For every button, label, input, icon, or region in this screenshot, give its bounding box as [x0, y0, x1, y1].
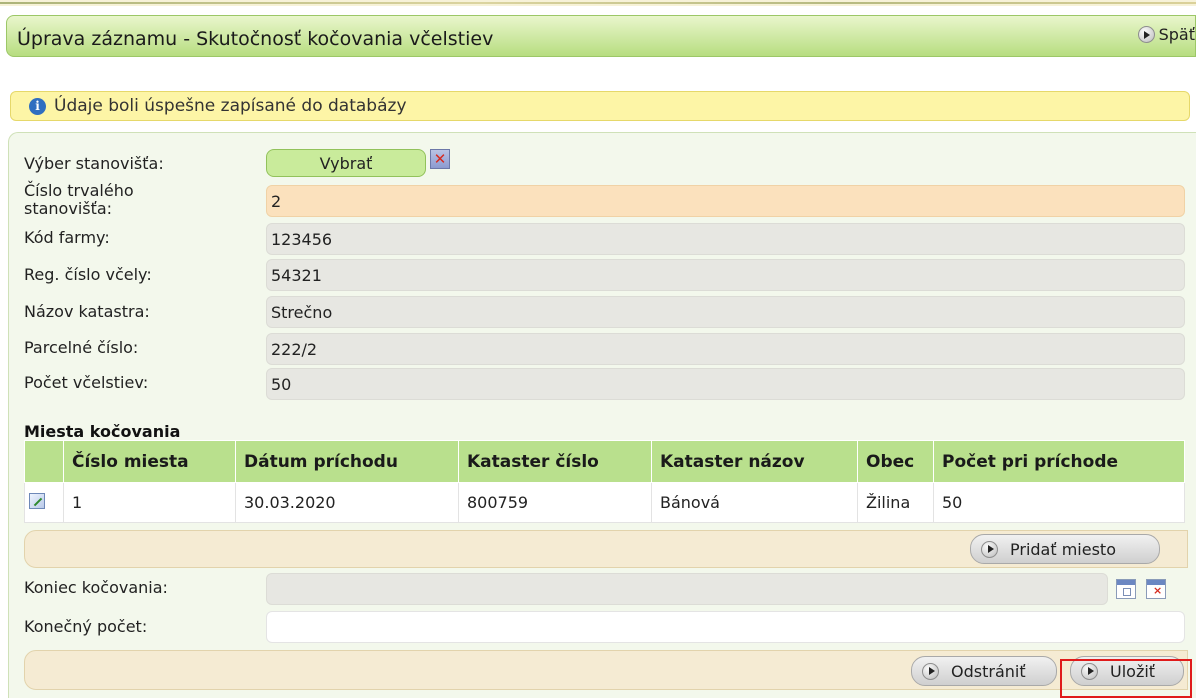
- back-button[interactable]: Späť: [1137, 25, 1195, 44]
- add-location-button[interactable]: Pridať miesto: [970, 534, 1160, 564]
- column-header[interactable]: Počet pri príchode: [933, 440, 1185, 483]
- koniec-kocovania-field[interactable]: [266, 573, 1108, 605]
- play-icon: [1081, 662, 1098, 680]
- field-parcelne-cislo[interactable]: 222/2: [266, 333, 1185, 365]
- top-strip: [0, 0, 1196, 6]
- edit-icon[interactable]: [29, 492, 45, 509]
- field-label-reg-cislo: Reg. číslo včely:: [24, 265, 152, 284]
- calendar-icon[interactable]: [1116, 579, 1136, 599]
- field-reg-cislo[interactable]: 54321: [266, 259, 1185, 291]
- page-title: Úprava záznamu - Skutočnosť kočovania vč…: [17, 28, 494, 50]
- save-button[interactable]: Uložiť: [1070, 656, 1184, 686]
- back-label: Späť: [1158, 25, 1195, 44]
- table-cell: Bánová: [651, 482, 858, 523]
- clear-date-icon[interactable]: ×: [1146, 579, 1166, 599]
- field-label-cislo-stanovista: Číslo trvalého stanovišťa:: [24, 181, 134, 218]
- remove-label: Odstrániť: [951, 661, 1026, 681]
- table-cell: 30.03.2020: [235, 482, 459, 523]
- info-icon: i: [29, 97, 46, 115]
- konecny-label: Konečný počet:: [24, 617, 148, 636]
- table-cell-edit: [24, 482, 64, 523]
- column-header[interactable]: Kataster číslo: [458, 440, 652, 483]
- field-label-kod-farmy: Kód farmy:: [24, 228, 110, 247]
- field-kod-farmy[interactable]: 123456: [266, 223, 1185, 255]
- field-label-pocet-vcelstiev: Počet včelstiev:: [24, 373, 149, 392]
- table-cell: Žilina: [857, 482, 934, 523]
- notice-message: Údaje boli úspešne zapísané do databázy: [54, 96, 407, 116]
- success-notice: i Údaje boli úspešne zapísané do databáz…: [10, 91, 1190, 121]
- section-title-miesta: Miesta kočovania: [24, 422, 181, 441]
- field-pocet-vcelstiev[interactable]: 50: [266, 368, 1185, 400]
- add-location-label: Pridať miesto: [1010, 539, 1116, 559]
- koniec-label: Koniec kočovania:: [24, 578, 168, 597]
- select-location-button[interactable]: Vybrať: [266, 149, 426, 177]
- remove-button[interactable]: Odstrániť: [911, 656, 1057, 686]
- konecny-pocet-field[interactable]: [266, 611, 1185, 643]
- play-icon: [1137, 26, 1155, 43]
- table-header-row: Číslo miesta Dátum príchodu Kataster čís…: [24, 440, 1185, 483]
- column-header[interactable]: Kataster názov: [651, 440, 858, 483]
- vyber-label: Výber stanovišťa:: [24, 154, 164, 173]
- field-cislo-stanovista[interactable]: 2: [266, 185, 1185, 217]
- save-label: Uložiť: [1110, 661, 1156, 681]
- table-cell: 1: [63, 482, 236, 523]
- table-row: 1 30.03.2020 800759 Bánová Žilina 50: [24, 482, 1185, 523]
- play-icon: [981, 540, 998, 558]
- field-label-nazov-katastra: Názov katastra:: [24, 302, 150, 321]
- clear-location-icon[interactable]: ✕: [430, 149, 450, 169]
- miesta-table: Číslo miesta Dátum príchodu Kataster čís…: [24, 440, 1185, 523]
- table-cell: 50: [933, 482, 1185, 523]
- table-cell: 800759: [458, 482, 652, 523]
- title-bar: Úprava záznamu - Skutočnosť kočovania vč…: [6, 15, 1196, 57]
- field-nazov-katastra[interactable]: Strečno: [266, 296, 1185, 328]
- field-label-parcelne-cislo: Parcelné číslo:: [24, 338, 139, 357]
- column-header[interactable]: Obec: [857, 440, 934, 483]
- column-header[interactable]: Číslo miesta: [63, 440, 236, 483]
- play-icon: [922, 662, 939, 680]
- column-header[interactable]: Dátum príchodu: [235, 440, 459, 483]
- column-header-edit: [24, 440, 64, 483]
